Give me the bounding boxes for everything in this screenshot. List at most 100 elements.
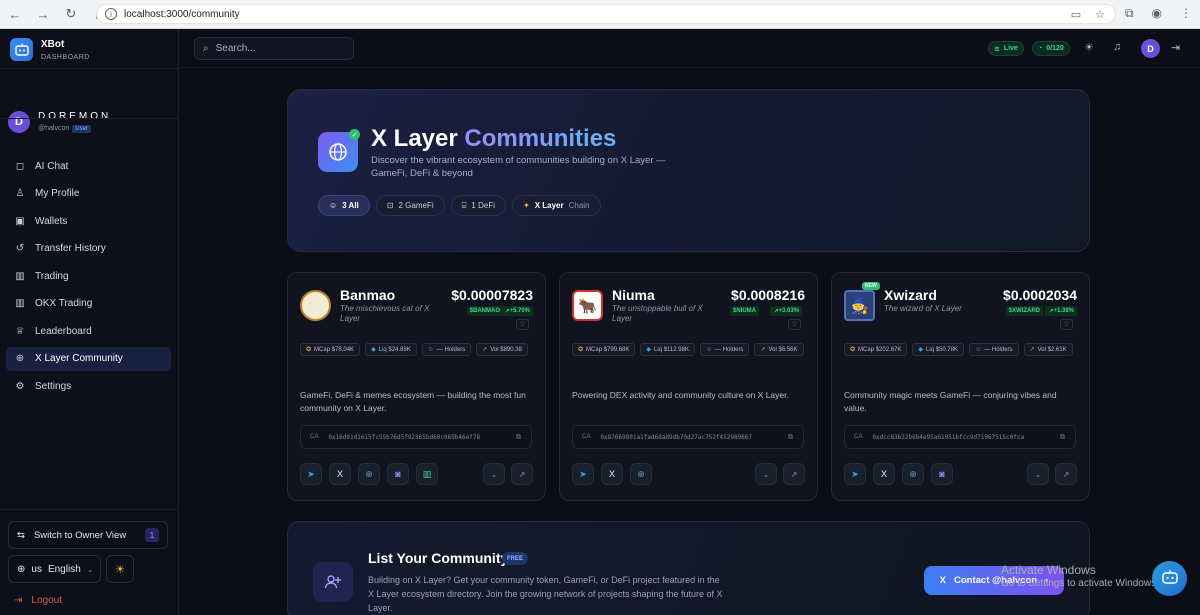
token-price: $0.0002034 — [1003, 287, 1077, 303]
title-part-1: X Layer — [371, 125, 458, 152]
avatar: D — [8, 111, 30, 133]
brand[interactable]: XBot DASHBOARD — [10, 38, 90, 61]
stat-mcap: ✪ MCap $799.68K — [572, 343, 636, 356]
chevron-down-icon: ⌄ — [86, 564, 94, 574]
community-card-xwizard[interactable]: 🧙 NEW Xwizard The wizard of X Layer $0.0… — [831, 272, 1090, 501]
contract-address[interactable]: CA 0x87669801a1fad6dad9db70d27ac752f45298… — [572, 425, 804, 449]
sidebar-item-label: Wallets — [35, 215, 68, 227]
discord-icon[interactable]: ◙ — [387, 463, 409, 485]
avatar[interactable]: D — [1141, 39, 1160, 58]
bell-icon[interactable]: ♫ — [1113, 41, 1121, 53]
social-links: ➤ X ⊕ ◙ ▥ — [300, 463, 438, 485]
x-icon[interactable]: X — [329, 463, 351, 485]
website-icon[interactable]: ⊕ — [630, 463, 652, 485]
logout-button[interactable]: ⇥ Logout — [14, 595, 62, 606]
windows-activation-watermark: Activate Windows Go to Settings to activ… — [1001, 563, 1159, 591]
stat-holders: ☺ — Holders — [969, 343, 1019, 356]
sidebar-item-transfer-history[interactable]: ↺ Transfer History — [6, 237, 171, 261]
extensions-icon[interactable]: ⧉ — [1125, 6, 1134, 21]
stat-volume: ↗ Vol $2.61K — [1023, 343, 1073, 356]
divider — [0, 68, 179, 69]
sidebar-item-wallets[interactable]: ▣ Wallets — [6, 209, 171, 233]
hero-description: Discover the vibrant ecosystem of commun… — [371, 155, 666, 179]
community-card-banmao[interactable]: 🐱 Banmao The mischievous cat of X Layer … — [287, 272, 546, 501]
sidebar-item-ai-chat[interactable]: ◻ AI Chat — [6, 154, 171, 178]
sidebar-item-my-profile[interactable]: ♙ My Profile — [6, 182, 171, 206]
switch-owner-view-button[interactable]: ⇆ Switch to Owner View 1 — [8, 521, 168, 549]
sidebar-item-label: My Profile — [35, 188, 80, 199]
x-icon[interactable]: X — [873, 463, 895, 485]
filter-defi[interactable]: ⌸ 1 DeFi — [450, 195, 506, 216]
forward-icon[interactable]: → — [36, 7, 50, 22]
community-card-niuma[interactable]: 🐂 Niuma The unstoppable bull of X Layer … — [559, 272, 818, 501]
x-icon[interactable]: X — [601, 463, 623, 485]
language-label: English — [47, 563, 81, 575]
browser-toolbar: ← → ↻ ⌂ i localhost:3000/community ▭ ☆ ⧉… — [0, 0, 1200, 29]
favorite-button[interactable]: ♡ — [788, 319, 801, 330]
filter-gamefi[interactable]: ⊡ 2 GameFi — [375, 195, 445, 216]
theme-toggle-button[interactable]: ☀ — [106, 555, 134, 583]
user-card[interactable]: D DOREMON @halvcon User — [8, 109, 170, 135]
sidebar-item-leaderboard[interactable]: ♕ Leaderboard — [6, 319, 171, 343]
contract-address[interactable]: CA 0xdcc83b32b6b4e95a61951bfcc9d71967515c… — [844, 425, 1076, 449]
x-icon: X — [939, 575, 946, 586]
sidebar-item-settings[interactable]: ⚙ Settings — [6, 374, 171, 398]
community-description: GameFi, DeFi & memes ecosystem — buildin… — [300, 390, 526, 413]
sun-icon[interactable]: ☀ — [1084, 41, 1094, 54]
list-community-text: Building on X Layer? Get your community … — [368, 575, 723, 613]
chevron-down-icon[interactable]: ⌄ — [483, 463, 505, 485]
trash-icon[interactable]: ▥ — [416, 463, 438, 485]
filter-all[interactable]: ☺ 3 All — [318, 195, 370, 216]
discord-icon[interactable]: ◙ — [931, 463, 953, 485]
price-change: +1.38% — [1053, 308, 1074, 314]
cast-icon[interactable]: ▭ — [1071, 8, 1081, 21]
search-input[interactable]: ⌕ Search... — [194, 37, 354, 60]
stat-value: Liq $50.78K — [926, 346, 959, 353]
chatbot-button[interactable] — [1152, 561, 1187, 596]
favorite-button[interactable]: ♡ — [516, 319, 529, 330]
copy-icon[interactable]: ⧉ — [788, 433, 793, 442]
sidebar-item-x-layer-community[interactable]: ⊕ X Layer Community — [6, 346, 171, 371]
copy-icon[interactable]: ⧉ — [1060, 433, 1065, 442]
globe-icon: ⊕ — [15, 353, 25, 364]
external-link-icon[interactable]: ↗ — [511, 463, 533, 485]
users-icon: ☺ — [329, 201, 338, 210]
chevron-down-icon[interactable]: ⌄ — [1027, 463, 1049, 485]
reload-icon[interactable]: ↻ — [64, 6, 78, 22]
website-icon[interactable]: ⊕ — [358, 463, 380, 485]
wallet-icon: ▣ — [15, 215, 25, 227]
language-select[interactable]: ⊕ us English ⌄ — [8, 555, 101, 583]
add-user-icon — [313, 562, 353, 602]
back-icon[interactable]: ← — [8, 7, 22, 22]
ca-label: CA — [582, 434, 591, 440]
telegram-icon[interactable]: ➤ — [572, 463, 594, 485]
price-change: +3.03% — [778, 308, 799, 314]
sidebar-item-okx-trading[interactable]: ▥ OKX Trading — [6, 292, 171, 316]
contract-address[interactable]: CA 0x16d91d1615fc55b76d5f92365bd60c069b46… — [300, 425, 532, 449]
logout-icon[interactable]: ⇥ — [1171, 41, 1180, 54]
bookmark-star-icon[interactable]: ☆ — [1095, 8, 1105, 21]
bot-icon — [1161, 569, 1179, 589]
external-link-icon[interactable]: ↗ — [783, 463, 805, 485]
telegram-icon[interactable]: ➤ — [844, 463, 866, 485]
address-bar[interactable]: i localhost:3000/community ▭ ☆ — [96, 4, 1116, 24]
chevron-down-icon[interactable]: ⌄ — [755, 463, 777, 485]
copy-icon[interactable]: ⧉ — [516, 433, 521, 442]
gamepad-icon: ⊡ — [386, 201, 394, 210]
top-bar: ⌕ Search... ≋ Live ◔ 0/120 ☀ ♫ D ⇥ — [180, 29, 1200, 68]
external-link-icon[interactable]: ↗ — [1055, 463, 1077, 485]
favorite-button[interactable]: ♡ — [1060, 319, 1073, 330]
profile-icon[interactable]: ◉ — [1152, 6, 1162, 21]
site-info-icon[interactable]: i — [105, 8, 117, 20]
user-icon: ♙ — [15, 188, 25, 199]
sidebar-item-trading[interactable]: ▥ Trading — [6, 264, 171, 288]
owner-view-label: Switch to Owner View — [33, 529, 127, 541]
bar-chart-icon: ▥ — [15, 270, 25, 282]
browser-menu-icon[interactable]: ⋮ — [1180, 6, 1192, 21]
telegram-icon[interactable]: ➤ — [300, 463, 322, 485]
price-change-badge: ↗ +5.70% — [501, 306, 533, 316]
website-icon[interactable]: ⊕ — [902, 463, 924, 485]
token-price: $0.0008216 — [731, 287, 805, 303]
swap-icon: ⇆ — [17, 529, 25, 541]
trend-up-icon: ↗ — [760, 347, 766, 353]
